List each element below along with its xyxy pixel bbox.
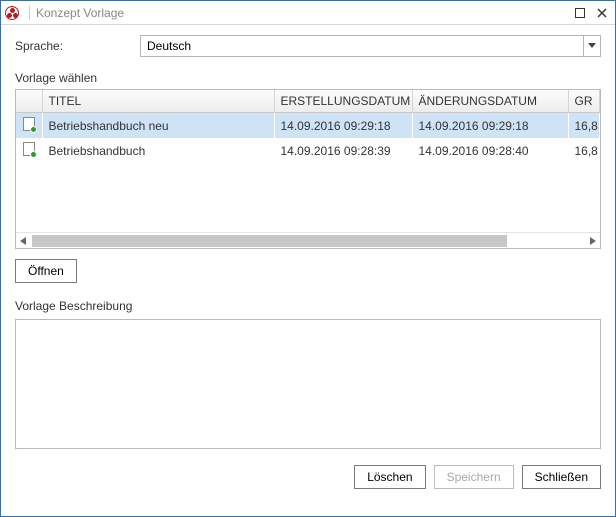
col-header-icon[interactable]: [16, 90, 42, 113]
col-header-erstellungsdatum[interactable]: ERSTELLUNGSDATUM: [274, 90, 412, 113]
table-row[interactable]: Betriebshandbuch neu14.09.2016 09:29:181…: [16, 113, 600, 139]
chevron-down-icon: [588, 43, 596, 49]
template-grid[interactable]: TITEL ERSTELLUNGSDATUM ÄNDERUNGSDATUM GR…: [15, 89, 601, 249]
document-icon: [23, 117, 35, 131]
col-header-titel[interactable]: TITEL: [42, 90, 274, 113]
triangle-left-icon: [20, 237, 26, 245]
cell-gr: 16,8: [568, 113, 600, 139]
language-dropdown-button[interactable]: [583, 35, 601, 57]
language-input[interactable]: [140, 35, 583, 57]
cell-erstellungsdatum: 14.09.2016 09:29:18: [274, 113, 412, 139]
document-icon: [23, 142, 35, 156]
description-label: Vorlage Beschreibung: [15, 299, 601, 313]
horizontal-scrollbar[interactable]: [16, 232, 600, 248]
row-icon-cell: [16, 113, 42, 139]
choose-template-label: Vorlage wählen: [15, 71, 601, 85]
window-title: Konzept Vorlage: [36, 6, 567, 20]
delete-button[interactable]: Löschen: [354, 465, 425, 489]
language-label: Sprache:: [15, 39, 140, 53]
close-button[interactable]: [593, 4, 611, 22]
scroll-thumb[interactable]: [32, 235, 507, 247]
separator: [29, 6, 30, 20]
language-select[interactable]: [140, 35, 601, 57]
cell-titel: Betriebshandbuch: [42, 138, 274, 163]
table-header-row: TITEL ERSTELLUNGSDATUM ÄNDERUNGSDATUM GR: [16, 90, 600, 113]
maximize-icon: [575, 8, 585, 18]
cell-erstellungsdatum: 14.09.2016 09:28:39: [274, 138, 412, 163]
save-button[interactable]: Speichern: [434, 465, 514, 489]
description-textarea[interactable]: [15, 319, 601, 449]
close-icon: [597, 8, 607, 18]
col-header-aenderungsdatum[interactable]: ÄNDERUNGSDATUM: [412, 90, 568, 113]
table-row[interactable]: Betriebshandbuch14.09.2016 09:28:3914.09…: [16, 138, 600, 163]
titlebar: Konzept Vorlage: [1, 1, 615, 25]
cell-titel: Betriebshandbuch neu: [42, 113, 274, 139]
scroll-left-arrow[interactable]: [18, 236, 28, 246]
scroll-right-arrow[interactable]: [588, 236, 598, 246]
close-dialog-button[interactable]: Schließen: [522, 465, 601, 489]
scroll-track[interactable]: [32, 234, 584, 248]
open-button[interactable]: Öffnen: [15, 259, 77, 283]
app-icon: [5, 6, 19, 20]
col-header-gr[interactable]: GR: [568, 90, 600, 113]
maximize-button[interactable]: [571, 4, 589, 22]
cell-aenderungsdatum: 14.09.2016 09:28:40: [412, 138, 568, 163]
row-icon-cell: [16, 138, 42, 163]
triangle-right-icon: [590, 237, 596, 245]
cell-gr: 16,8: [568, 138, 600, 163]
cell-aenderungsdatum: 14.09.2016 09:29:18: [412, 113, 568, 139]
